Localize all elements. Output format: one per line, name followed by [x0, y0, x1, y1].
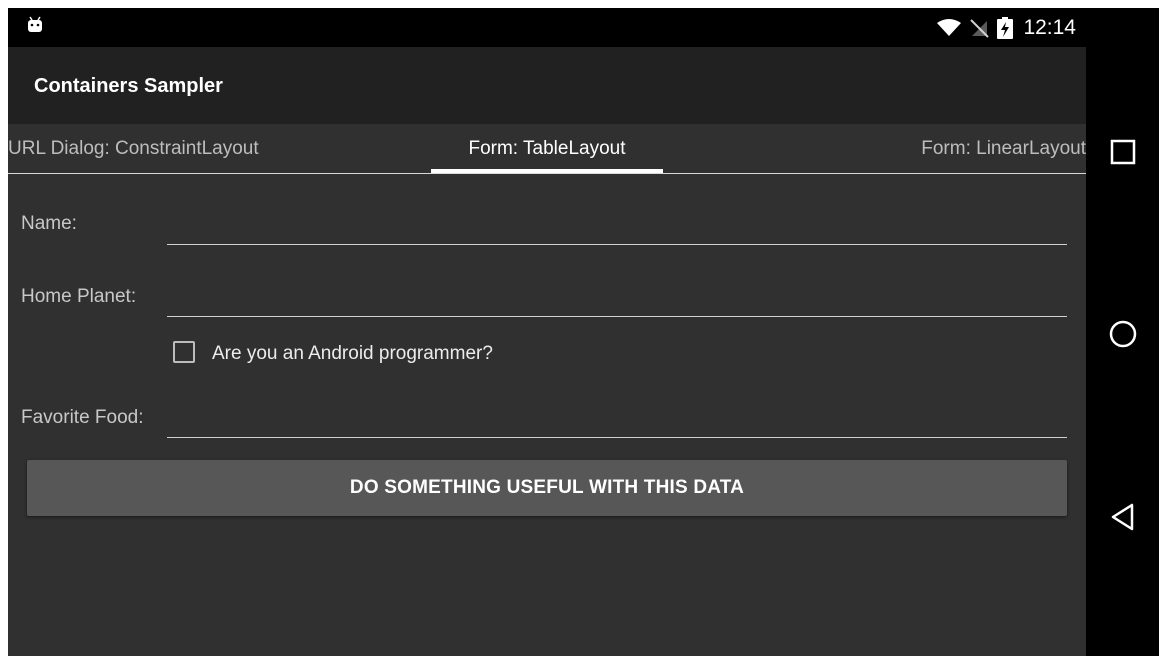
device-frame: 12:14 Containers Sampler URL Dialog: Con…	[8, 8, 1159, 656]
favorite-food-label: Favorite Food:	[21, 407, 144, 428]
android-icon	[28, 16, 42, 32]
app-title: Containers Sampler	[34, 75, 223, 97]
do-something-useful-button-label: DO SOMETHING USEFUL WITH THIS DATA	[349, 477, 745, 498]
back-icon[interactable]	[1108, 502, 1138, 532]
status-bar: 12:14	[8, 8, 1086, 47]
name-label: Name:	[21, 213, 77, 234]
app-screen: 12:14 Containers Sampler URL Dialog: Con…	[8, 8, 1086, 656]
tab-strip: URL Dialog: ConstraintLayout Form: Table…	[8, 124, 1086, 174]
home-planet-label: Home Planet:	[21, 286, 137, 307]
app-bar: Containers Sampler	[8, 47, 1086, 124]
battery-charging-icon	[997, 17, 1014, 39]
clock: 12:14	[1023, 16, 1076, 39]
navigation-bar	[1086, 8, 1159, 656]
favorite-food-field[interactable]	[167, 403, 1067, 438]
android-programmer-checkbox[interactable]	[173, 341, 195, 363]
no-sim-icon	[970, 19, 990, 38]
home-icon[interactable]	[1108, 319, 1138, 349]
android-programmer-checkbox-label[interactable]: Are you an Android programmer?	[212, 343, 493, 365]
name-field[interactable]	[167, 210, 1067, 245]
home-planet-field[interactable]	[167, 282, 1067, 317]
recents-icon[interactable]	[1108, 137, 1138, 167]
tab-form-tablelayout[interactable]: Form: TableLayout	[431, 138, 663, 160]
tab-form-linearlayout[interactable]: Form: LinearLayout	[921, 138, 1086, 160]
do-something-useful-button[interactable]: DO SOMETHING USEFUL WITH THIS DATA	[27, 460, 1067, 516]
tab-url-dialog-constraintlayout[interactable]: URL Dialog: ConstraintLayout	[8, 138, 259, 160]
selected-tab-indicator	[431, 169, 663, 173]
wifi-icon	[937, 19, 962, 36]
